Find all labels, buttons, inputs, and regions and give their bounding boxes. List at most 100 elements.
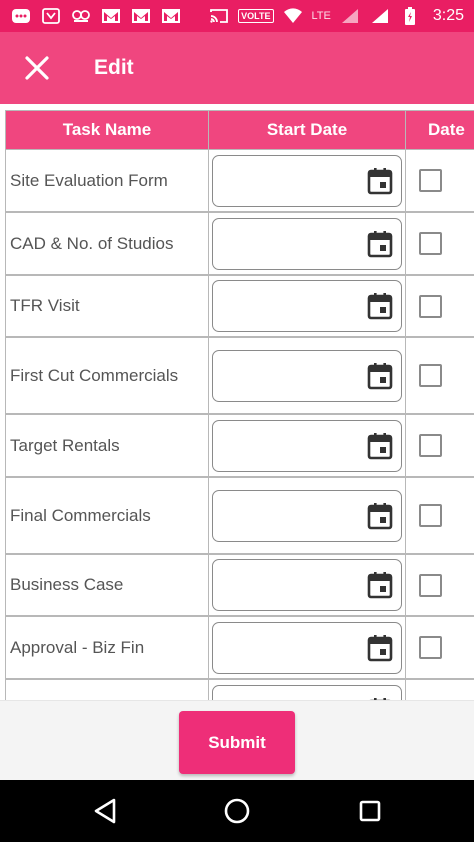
status-time: 3:25: [432, 7, 464, 24]
table-row: Approval - Biz Fin: [5, 616, 474, 680]
cast-icon: [208, 7, 230, 25]
start-date-cell: [208, 554, 406, 616]
date-checkbox[interactable]: [419, 364, 442, 387]
header-date: Date: [405, 110, 474, 150]
task-name-cell: CAD & No. of Studios: [5, 212, 209, 275]
calendar-icon: [367, 362, 393, 389]
task-name-cell: Site Evaluation Form: [5, 149, 209, 212]
signal-icon: [369, 7, 391, 25]
recents-button[interactable]: [355, 796, 385, 826]
task-name: TFR Visit: [10, 296, 80, 315]
notification-icons: [10, 7, 182, 25]
page-title: Edit: [94, 56, 134, 79]
calendar-icon: [367, 167, 393, 194]
date-checkbox[interactable]: [419, 636, 442, 659]
header-start-date: Start Date: [208, 110, 406, 150]
date-checkbox[interactable]: [419, 434, 442, 457]
start-date-input[interactable]: [212, 621, 402, 674]
date-checkbox[interactable]: [419, 232, 442, 255]
footer-bar: Submit: [0, 700, 474, 780]
navigation-bar: [0, 780, 474, 842]
close-button[interactable]: [0, 32, 74, 104]
date-cell: [405, 149, 474, 212]
table-row: First Cut Commercials: [5, 337, 474, 415]
table-row: Business Case: [5, 554, 474, 617]
table-row: TFR Visit: [5, 275, 474, 338]
calendar-icon: [367, 432, 393, 459]
start-date-cell: [208, 477, 406, 554]
date-checkbox[interactable]: [419, 573, 442, 597]
back-icon: [94, 798, 116, 824]
start-date-input[interactable]: [212, 559, 402, 611]
task-name-cell: [5, 679, 209, 700]
submit-button[interactable]: Submit: [179, 711, 295, 774]
task-name-cell: Business Case: [5, 554, 209, 616]
date-cell: [405, 414, 474, 477]
gmail-icon: [100, 7, 122, 25]
calendar-icon: [367, 230, 393, 257]
task-name: Site Evaluation Form: [10, 170, 168, 190]
start-date-cell: [208, 149, 406, 212]
more-icon: [10, 7, 32, 25]
date-cell: [405, 616, 474, 679]
recents-icon: [359, 800, 381, 822]
date-checkbox[interactable]: [419, 504, 442, 527]
date-cell: [405, 679, 474, 700]
start-date-input[interactable]: [212, 280, 402, 332]
date-checkbox[interactable]: [419, 169, 442, 192]
system-icons: VOLTE LTE 3:25: [208, 7, 464, 25]
task-name-cell: Final Commercials: [5, 477, 209, 554]
table-row: Site Evaluation Form: [5, 149, 474, 213]
volte-badge: VOLTE: [238, 9, 274, 23]
start-date-cell: [208, 679, 406, 700]
app-icon: [40, 7, 62, 25]
date-cell: [405, 477, 474, 554]
start-date-cell: [208, 275, 406, 337]
task-name: First Cut Commercials: [10, 365, 179, 385]
gmail-icon: [130, 7, 152, 25]
wifi-icon: [282, 7, 304, 25]
start-date-cell: [208, 414, 406, 477]
close-icon: [25, 56, 49, 80]
task-name-cell: Target Rentals: [5, 414, 209, 477]
task-name-cell: First Cut Commercials: [5, 337, 209, 414]
signal-icon: [339, 7, 361, 25]
task-table[interactable]: Task Name Start Date Date Site Evaluatio…: [5, 110, 474, 700]
start-date-cell: [208, 212, 406, 275]
task-name: Business Case: [10, 575, 124, 594]
task-name: Approval - Biz Fin: [10, 637, 145, 657]
home-button[interactable]: [222, 796, 252, 826]
table-row: Final Commercials: [5, 477, 474, 555]
home-icon: [224, 798, 250, 824]
app-bar: Edit: [0, 32, 474, 104]
table-row: CAD & No. of Studios: [5, 212, 474, 276]
task-name: Final Commercials: [10, 505, 151, 525]
date-checkbox[interactable]: [419, 294, 442, 318]
start-date-input[interactable]: [212, 685, 402, 700]
table-row: Target Rentals: [5, 414, 474, 478]
start-date-input[interactable]: [212, 419, 402, 472]
battery-icon: [399, 7, 421, 25]
gmail-icon: [160, 7, 182, 25]
start-date-input[interactable]: [212, 217, 402, 270]
date-cell: [405, 554, 474, 616]
status-bar: VOLTE LTE 3:25: [0, 0, 474, 32]
calendar-icon: [367, 634, 393, 661]
glasses-icon: [70, 7, 92, 25]
start-date-cell: [208, 616, 406, 679]
date-cell: [405, 212, 474, 275]
start-date-input[interactable]: [212, 489, 402, 542]
task-name: Target Rentals: [10, 435, 120, 455]
date-cell: [405, 337, 474, 414]
calendar-icon: [367, 293, 393, 320]
task-name-cell: Approval - Biz Fin: [5, 616, 209, 679]
header-task-name: Task Name: [5, 110, 209, 150]
calendar-icon: [367, 502, 393, 529]
date-cell: [405, 275, 474, 337]
start-date-input[interactable]: [212, 154, 402, 207]
start-date-cell: [208, 337, 406, 414]
start-date-input[interactable]: [212, 349, 402, 402]
lte-label: LTE: [311, 10, 331, 22]
back-button[interactable]: [90, 796, 120, 826]
calendar-icon: [367, 572, 393, 599]
